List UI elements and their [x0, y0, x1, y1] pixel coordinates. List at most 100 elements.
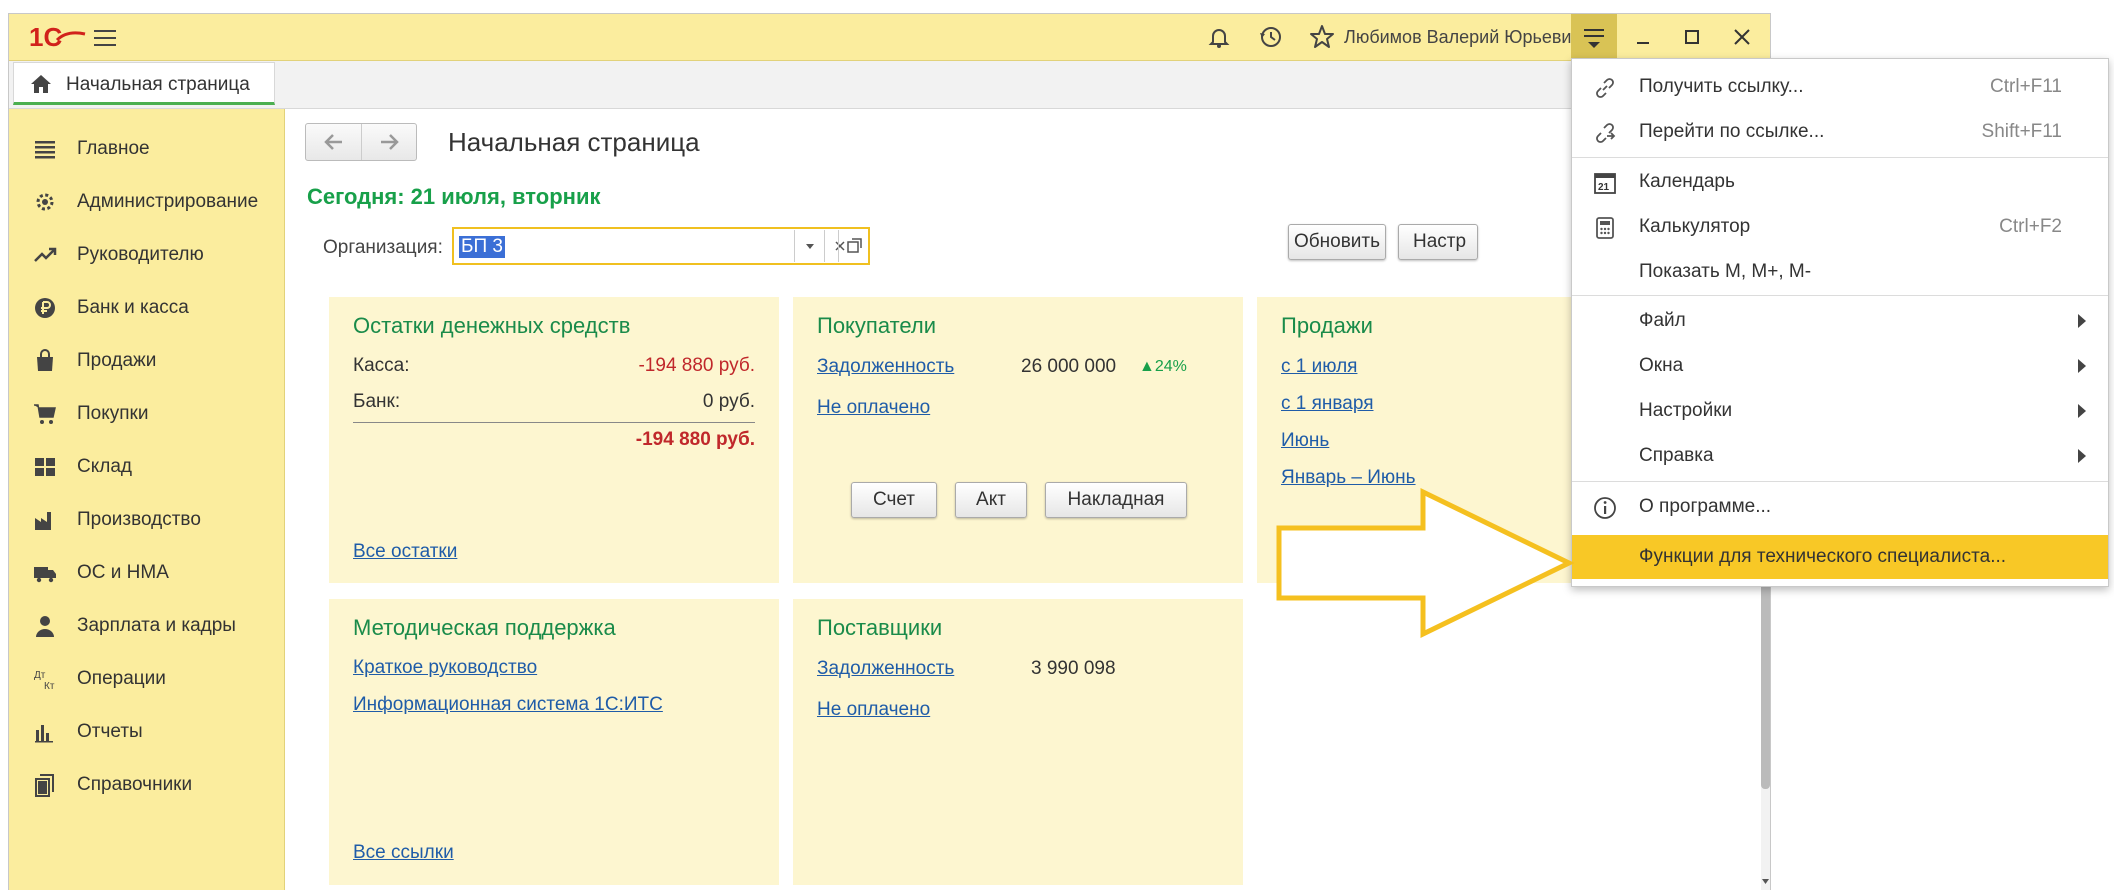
main-menu-button[interactable]: [1571, 14, 1617, 60]
annotation-arrow-icon: [1276, 488, 1575, 638]
menu-item-label: Калькулятор: [1639, 216, 1751, 237]
support-link[interactable]: Информационная система 1С:ИТС: [353, 694, 663, 716]
tab-home-page[interactable]: Начальная страница: [13, 62, 275, 105]
panel-title: Методическая поддержка: [353, 615, 616, 640]
panel-title: Остатки денежных средств: [353, 313, 631, 338]
menu-item-go-to-link[interactable]: Перейти по ссылке... Shift+F11: [1572, 110, 2108, 154]
menu-separator: [1572, 295, 2108, 296]
maximize-icon[interactable]: [1675, 22, 1709, 52]
vertical-scrollbar[interactable]: [1761, 569, 1770, 890]
sidebar-item-salary[interactable]: Зарплата и кадры: [9, 606, 283, 646]
menu-item-label: Функции для технического специалиста...: [1639, 546, 2007, 567]
invoice-button[interactable]: Счет: [851, 482, 937, 518]
waybill-button[interactable]: Накладная: [1045, 482, 1187, 518]
panel-title: Покупатели: [817, 313, 937, 338]
link-icon: [1596, 78, 1614, 98]
sidebar-item-bank[interactable]: Банк и касса: [9, 288, 283, 328]
menu-item-calendar[interactable]: 21 Календарь: [1572, 160, 2108, 204]
star-icon[interactable]: [1308, 23, 1336, 51]
sidebar-item-production[interactable]: Производство: [9, 500, 283, 540]
menu-item-settings[interactable]: Настройки: [1572, 389, 2108, 433]
ruble-icon: [35, 298, 55, 318]
top-bar: 1С Любимов Валерий Юрьевич: [9, 14, 1770, 61]
sidebar-item-label: Отчеты: [77, 721, 143, 742]
all-links-link[interactable]: Все ссылки: [353, 842, 454, 864]
menu-item-label: Календарь: [1639, 171, 1735, 192]
sidebar-item-manager[interactable]: Руководителю: [9, 235, 283, 275]
submenu-arrow-icon: [2078, 359, 2086, 373]
truck-icon: [34, 567, 56, 583]
go-link-icon: [1596, 123, 1616, 143]
bag-icon: [37, 349, 53, 371]
tab-bar: Начальная страница: [9, 61, 1770, 109]
sidebar-item-label: Операции: [77, 668, 166, 689]
submenu-arrow-icon: [2078, 404, 2086, 418]
back-arrow-icon[interactable]: [306, 124, 361, 160]
user-name[interactable]: Любимов Валерий Юрьевич: [1344, 27, 1581, 48]
1c-logo[interactable]: 1С: [27, 22, 89, 52]
sidebar-item-administration[interactable]: Администрирование: [9, 182, 283, 222]
sidebar-item-reports[interactable]: Отчеты: [9, 712, 283, 752]
sidebar-item-label: Склад: [77, 456, 132, 477]
menu-item-about[interactable]: О программе...: [1572, 485, 2108, 529]
menu-item-file[interactable]: Файл: [1572, 299, 2108, 343]
support-link[interactable]: Краткое руководство: [353, 657, 537, 679]
calculator-icon: [1596, 217, 1614, 239]
menu-item-label: Показать М, М+, М-: [1639, 261, 1812, 282]
menu-item-tech-specialist-functions[interactable]: Функции для технического специалиста...: [1572, 535, 2108, 579]
sidebar-item-main[interactable]: Главное: [9, 129, 283, 169]
menu-item-calculator[interactable]: Калькулятор Ctrl+F2: [1572, 205, 2108, 249]
forward-arrow-icon[interactable]: [361, 124, 417, 160]
sidebar-item-label: Руководителю: [77, 244, 204, 265]
sidebar-item-sales[interactable]: Продажи: [9, 341, 283, 381]
minimize-icon[interactable]: [1626, 22, 1660, 52]
menu-item-label: Файл: [1639, 310, 1686, 331]
menu-item-label: Перейти по ссылке...: [1639, 121, 1825, 142]
sales-link[interactable]: Январь – Июнь: [1281, 467, 1416, 489]
sidebar-item-fixed-assets[interactable]: ОС и НМА: [9, 553, 283, 593]
bell-icon[interactable]: [1205, 23, 1233, 51]
sidebar-item-operations[interactable]: Дт Кт Операции: [9, 659, 283, 699]
menu-item-windows[interactable]: Окна: [1572, 344, 2108, 388]
sales-link[interactable]: с 1 января: [1281, 393, 1374, 415]
svg-text:21: 21: [1598, 182, 1610, 193]
sidebar-item-label: Администрирование: [77, 191, 259, 212]
suppliers-unpaid-link[interactable]: Не оплачено: [817, 699, 930, 721]
menu-item-label: Получить ссылку...: [1639, 76, 1804, 97]
refresh-button[interactable]: Обновить: [1288, 224, 1386, 260]
sidebar-item-label: Покупки: [77, 403, 149, 424]
sidebar-item-purchases[interactable]: Покупки: [9, 394, 283, 434]
organization-value[interactable]: БП 3: [459, 236, 505, 258]
menu-item-show-memory[interactable]: Показать М, М+, М-: [1572, 250, 2108, 294]
open-form-icon: [847, 238, 862, 253]
buyers-unpaid-link[interactable]: Не оплачено: [817, 397, 930, 419]
menu-item-help[interactable]: Справка: [1572, 434, 2108, 478]
organization-field[interactable]: БП 3: [452, 227, 870, 265]
menu-item-get-link[interactable]: Получить ссылку... Ctrl+F11: [1572, 65, 2108, 109]
org-dropdown-button[interactable]: [794, 230, 825, 262]
sidebar: Главное Администрирование Руководителю Б…: [9, 109, 285, 890]
tab-label: Начальная страница: [66, 74, 250, 95]
hamburger-menu-icon[interactable]: [90, 25, 120, 49]
sales-link[interactable]: с 1 июля: [1281, 356, 1357, 378]
buyers-debt-link[interactable]: Задолженность: [817, 356, 954, 378]
sales-link[interactable]: Июнь: [1281, 430, 1329, 452]
settings-button[interactable]: Настр: [1398, 224, 1478, 260]
close-icon[interactable]: [1725, 22, 1759, 52]
sidebar-item-label: Главное: [77, 138, 150, 159]
trend-icon: [34, 247, 57, 262]
list-icon: [35, 141, 55, 159]
sidebar-item-label: Банк и касса: [77, 297, 189, 318]
org-open-button[interactable]: [838, 230, 869, 262]
submenu-arrow-icon: [2078, 449, 2086, 463]
suppliers-debt-link[interactable]: Задолженность: [817, 658, 954, 680]
act-button[interactable]: Акт: [955, 482, 1027, 518]
sidebar-item-references[interactable]: Справочники: [9, 765, 283, 805]
scrollbar-thumb[interactable]: [1761, 579, 1770, 789]
scroll-down-icon[interactable]: [1761, 877, 1770, 886]
warehouse-icon: [35, 458, 55, 476]
info-icon: [1594, 497, 1616, 519]
history-icon[interactable]: [1257, 23, 1285, 51]
all-balances-link[interactable]: Все остатки: [353, 541, 457, 563]
sidebar-item-warehouse[interactable]: Склад: [9, 447, 283, 487]
